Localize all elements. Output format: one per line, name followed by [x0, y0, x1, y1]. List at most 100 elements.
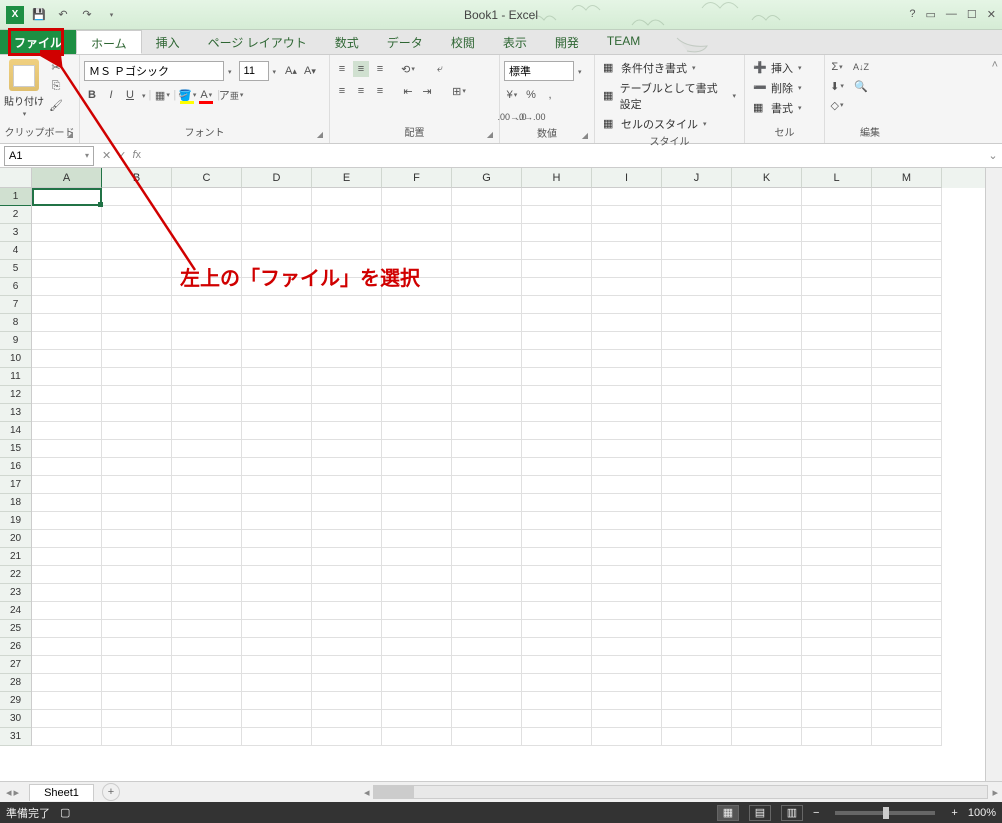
cell[interactable] — [872, 512, 942, 530]
cell[interactable] — [452, 638, 522, 656]
cell[interactable] — [312, 260, 382, 278]
cell[interactable] — [172, 440, 242, 458]
cell[interactable] — [592, 404, 662, 422]
cell[interactable] — [662, 242, 732, 260]
column-header[interactable]: A — [32, 168, 102, 188]
cell[interactable] — [382, 620, 452, 638]
cell[interactable] — [452, 728, 522, 746]
cell[interactable] — [102, 368, 172, 386]
row-header[interactable]: 13 — [0, 404, 31, 422]
cell[interactable] — [172, 710, 242, 728]
column-header[interactable]: J — [662, 168, 732, 188]
cell[interactable] — [592, 242, 662, 260]
cell[interactable] — [242, 386, 312, 404]
cell[interactable] — [592, 494, 662, 512]
cell[interactable] — [32, 368, 102, 386]
tab-formulas[interactable]: 数式 — [321, 30, 373, 54]
cell[interactable] — [452, 710, 522, 728]
cell[interactable] — [732, 206, 802, 224]
formula-input[interactable] — [149, 146, 984, 166]
cell[interactable] — [662, 224, 732, 242]
cell[interactable] — [522, 422, 592, 440]
cell[interactable] — [732, 314, 802, 332]
column-header[interactable]: D — [242, 168, 312, 188]
cell[interactable] — [312, 206, 382, 224]
minimize-icon[interactable]: — — [946, 8, 957, 21]
cell[interactable] — [732, 260, 802, 278]
cell[interactable] — [522, 314, 592, 332]
font-dialog-icon[interactable]: ◢ — [317, 130, 323, 139]
cell[interactable] — [592, 368, 662, 386]
autosum-icon[interactable]: Σ — [829, 59, 845, 75]
cell[interactable] — [172, 548, 242, 566]
cell[interactable] — [872, 440, 942, 458]
cell[interactable] — [522, 710, 592, 728]
cell[interactable] — [312, 422, 382, 440]
bold-button[interactable]: B — [84, 87, 100, 103]
cell[interactable] — [172, 692, 242, 710]
tab-file[interactable]: ファイル — [0, 30, 76, 54]
cell[interactable] — [452, 386, 522, 404]
cell[interactable] — [592, 476, 662, 494]
cell[interactable] — [522, 494, 592, 512]
tab-insert[interactable]: 挿入 — [142, 30, 194, 54]
cell[interactable] — [592, 692, 662, 710]
cell[interactable] — [662, 494, 732, 512]
cell[interactable] — [312, 224, 382, 242]
cell[interactable] — [382, 728, 452, 746]
cell[interactable] — [102, 350, 172, 368]
cell[interactable] — [802, 548, 872, 566]
cell[interactable] — [172, 728, 242, 746]
cell[interactable] — [592, 224, 662, 242]
cell[interactable] — [872, 386, 942, 404]
cell[interactable] — [382, 584, 452, 602]
cell[interactable] — [312, 476, 382, 494]
cell[interactable] — [592, 620, 662, 638]
cell[interactable] — [102, 332, 172, 350]
row-header[interactable]: 7 — [0, 296, 31, 314]
cell[interactable] — [382, 386, 452, 404]
cell[interactable] — [452, 350, 522, 368]
align-left-icon[interactable]: ≡ — [334, 83, 350, 99]
cell[interactable] — [102, 656, 172, 674]
cell[interactable] — [382, 368, 452, 386]
cell[interactable] — [242, 206, 312, 224]
cell[interactable] — [172, 404, 242, 422]
cell[interactable] — [452, 656, 522, 674]
cell[interactable] — [662, 566, 732, 584]
cell[interactable] — [522, 386, 592, 404]
cell[interactable] — [522, 458, 592, 476]
decrease-indent-icon[interactable]: ⇤ — [400, 83, 416, 99]
cell[interactable] — [452, 566, 522, 584]
cell[interactable] — [662, 206, 732, 224]
cell[interactable] — [102, 296, 172, 314]
cell[interactable] — [242, 224, 312, 242]
cell[interactable] — [802, 422, 872, 440]
cell[interactable] — [242, 458, 312, 476]
cell[interactable] — [732, 278, 802, 296]
cell[interactable] — [592, 584, 662, 602]
cell[interactable] — [662, 332, 732, 350]
cell[interactable] — [872, 674, 942, 692]
cell[interactable] — [522, 656, 592, 674]
cell[interactable] — [452, 278, 522, 296]
cell[interactable] — [312, 584, 382, 602]
name-box[interactable]: A1▾ — [4, 146, 94, 166]
cell[interactable] — [802, 350, 872, 368]
cell[interactable] — [522, 512, 592, 530]
cell[interactable] — [32, 728, 102, 746]
cell[interactable] — [32, 692, 102, 710]
cell[interactable] — [522, 476, 592, 494]
cell[interactable] — [732, 476, 802, 494]
font-size-combo[interactable] — [239, 61, 269, 81]
cell[interactable] — [452, 368, 522, 386]
cell[interactable] — [312, 512, 382, 530]
cell[interactable] — [32, 548, 102, 566]
cell[interactable] — [872, 278, 942, 296]
cell[interactable] — [382, 206, 452, 224]
cell[interactable] — [662, 638, 732, 656]
phonetic-button[interactable]: ア亜 — [223, 87, 239, 103]
cell[interactable] — [382, 638, 452, 656]
cell[interactable] — [592, 458, 662, 476]
cell[interactable] — [172, 422, 242, 440]
